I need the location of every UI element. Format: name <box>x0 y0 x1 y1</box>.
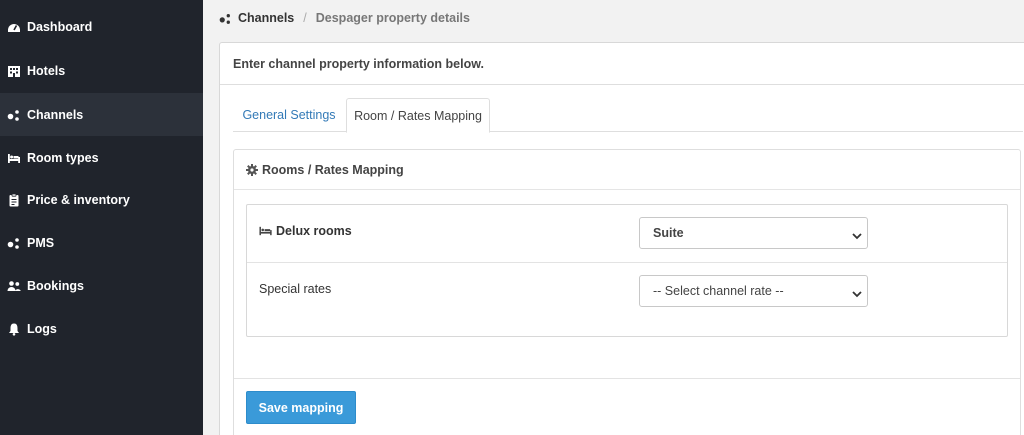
sidebar-item-room-types[interactable]: Room types <box>0 136 203 179</box>
room-label: Delux rooms <box>259 224 352 238</box>
gear-icon <box>246 163 258 176</box>
rooms-rates-mapping-panel: Rooms / Rates Mapping Delux rooms Suite <box>233 149 1021 435</box>
users-icon <box>6 278 22 294</box>
room-label-text: Delux rooms <box>276 224 352 238</box>
sidebar-item-label: Logs <box>27 321 57 336</box>
bell-icon <box>6 321 22 337</box>
breadcrumb-current-page: Despager property details <box>315 11 470 25</box>
hotel-icon <box>6 63 22 79</box>
mapping-table: Delux rooms Suite Special rates -- Selec… <box>246 204 1008 337</box>
channels-icon <box>6 107 22 123</box>
sidebar-item-logs[interactable]: Logs <box>0 307 203 350</box>
rate-channel-select[interactable]: -- Select channel rate -- <box>639 275 868 307</box>
sidebar-item-label: Hotels <box>27 63 66 78</box>
breadcrumb-separator: / <box>303 11 307 25</box>
sidebar-item-pms[interactable]: PMS <box>0 221 203 264</box>
room-channel-select[interactable]: Suite <box>639 217 868 249</box>
panel-title-text: Rooms / Rates Mapping <box>262 162 404 177</box>
clipboard-icon <box>6 192 22 208</box>
sidebar-item-label: Bookings <box>27 278 84 293</box>
sidebar-item-price-inventory[interactable]: Price & inventory <box>0 178 203 221</box>
panel-title: Rooms / Rates Mapping <box>234 150 1020 190</box>
breadcrumb: Channels / Despager property details <box>219 9 470 27</box>
footer-divider <box>234 378 1020 379</box>
sidebar-item-label: Room types <box>27 150 99 165</box>
sidebar-item-dashboard[interactable]: Dashboard <box>0 5 203 48</box>
breadcrumb-channels-link[interactable]: Channels <box>238 11 294 25</box>
room-channel-select-value: Suite <box>653 226 684 240</box>
chevron-down-icon <box>852 287 862 301</box>
card-header: Enter channel property information below… <box>220 43 1024 85</box>
chevron-down-icon <box>852 229 862 243</box>
tab-bar: General Settings Room / Rates Mapping <box>233 98 1023 133</box>
pms-icon <box>6 235 22 251</box>
sidebar-item-label: Channels <box>27 107 84 122</box>
sidebar-item-label: Dashboard <box>27 19 93 34</box>
save-mapping-button[interactable]: Save mapping <box>246 391 356 424</box>
bed-icon <box>259 226 272 236</box>
rate-channel-select-value: -- Select channel rate -- <box>653 284 784 298</box>
tab-general-settings[interactable]: General Settings <box>233 98 345 132</box>
mapping-row: Special rates -- Select channel rate -- <box>247 263 1007 336</box>
sidebar-item-bookings[interactable]: Bookings <box>0 264 203 307</box>
sidebar: Dashboard Hotels Channels Room types Pri… <box>0 0 203 435</box>
sidebar-item-label: Price & inventory <box>27 192 130 207</box>
main-content: Channels / Despager property details Ent… <box>203 0 1024 435</box>
dashboard-icon <box>6 19 22 35</box>
property-details-card: Enter channel property information below… <box>219 42 1024 435</box>
bed-icon <box>6 150 22 166</box>
sidebar-item-label: PMS <box>27 235 55 250</box>
mapping-row: Delux rooms Suite <box>247 205 1007 263</box>
sidebar-item-hotels[interactable]: Hotels <box>0 49 203 92</box>
tab-room-rates-mapping[interactable]: Room / Rates Mapping <box>346 98 490 133</box>
sidebar-item-channels[interactable]: Channels <box>0 93 203 136</box>
channels-icon <box>219 12 232 25</box>
rate-label: Special rates <box>259 282 332 296</box>
